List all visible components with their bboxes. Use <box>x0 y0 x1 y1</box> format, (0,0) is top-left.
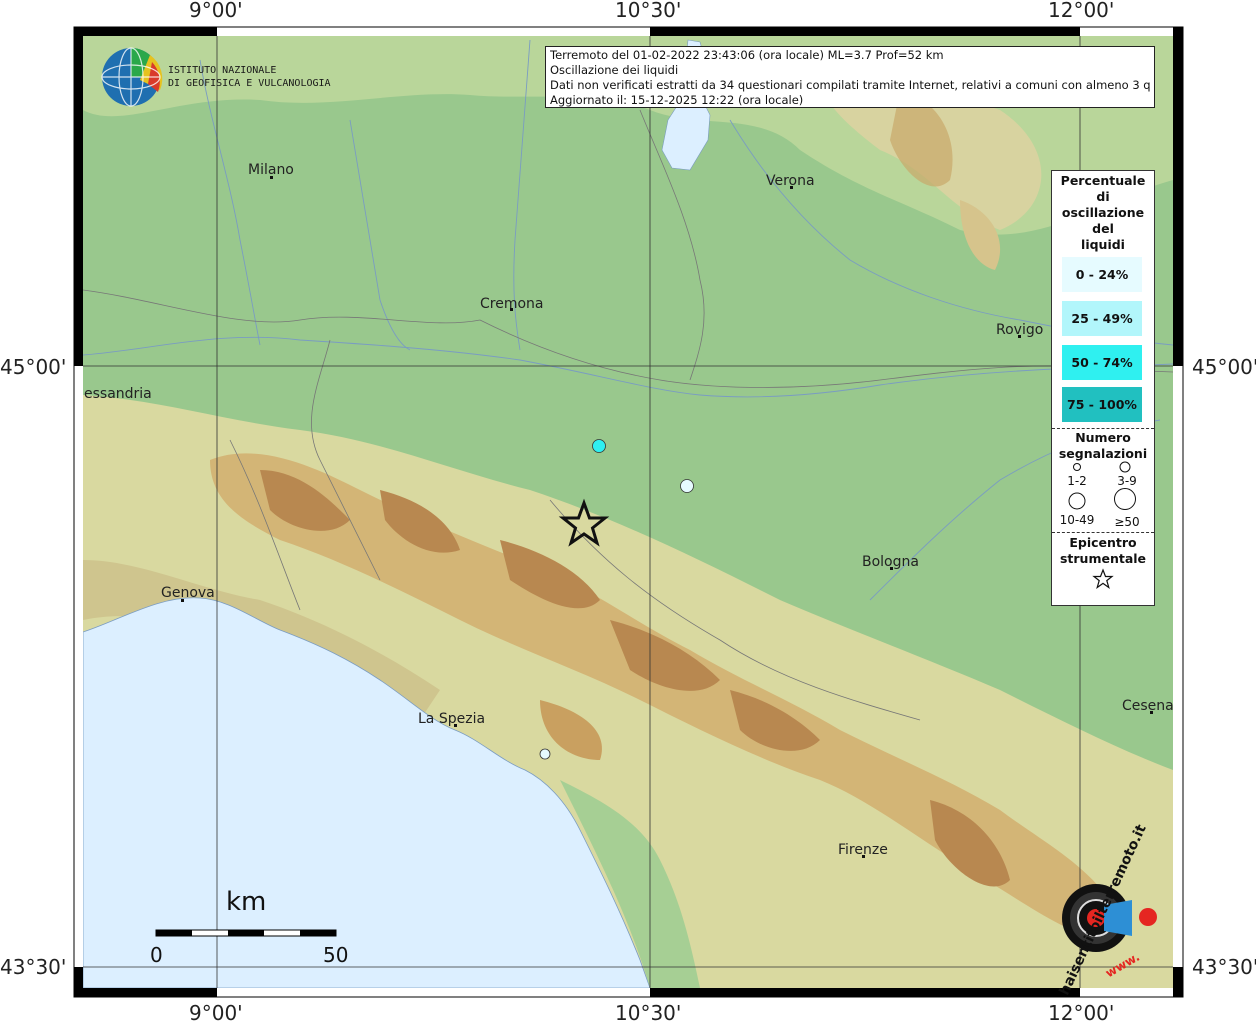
legend-epi-line: Epicentro <box>1069 535 1137 550</box>
ingv-logo-line1: ISTITUTO NAZIONALE <box>168 65 277 76</box>
event-info-box: Terremoto del 01-02-2022 23:43:06 (ora l… <box>545 46 1155 108</box>
legend-epi-title: Epicentro strumentale <box>1052 535 1154 567</box>
city-label: Cesena <box>1122 698 1174 714</box>
city-dot <box>181 599 184 602</box>
lon-label-1030-bottom: 10°30' <box>615 1001 682 1025</box>
city-verona: Verona <box>766 173 815 189</box>
event-updated: Aggiornato il: 15-12-2025 12:22 (ora loc… <box>550 93 804 107</box>
city-dot <box>454 724 457 727</box>
legend-epi-line: strumentale <box>1059 551 1147 566</box>
city-label: La Spezia <box>418 711 486 727</box>
legend-title-line: oscillazione <box>1061 205 1145 220</box>
lat-label-45-left: 45°00' <box>0 355 67 379</box>
legend-divider <box>1052 428 1154 429</box>
city-cesena: Cesena <box>1122 698 1174 714</box>
legend-title-line: Percentuale <box>1060 173 1146 188</box>
legend: Percentuale di oscillazione del liquidi … <box>1051 170 1155 606</box>
legend-range-3: 75 - 100% <box>1062 387 1142 422</box>
lon-label-1030-top: 10°30' <box>615 0 682 22</box>
event-data-note: Dati non verificati estratti da 34 quest… <box>550 78 1150 92</box>
legend-count-title: Numero segnalazioni <box>1052 430 1154 462</box>
scale-bar <box>155 929 337 937</box>
legend-divider <box>1052 532 1154 533</box>
lat-label-45-right: 45°00' <box>1192 355 1256 379</box>
event-title: Terremoto del 01-02-2022 23:43:06 (ora l… <box>550 48 944 62</box>
sentito-prefix: www. <box>1102 949 1143 981</box>
lon-label-12-bottom: 12°00' <box>1048 1001 1115 1025</box>
legend-size-label-4: ≥50 <box>1114 515 1140 529</box>
city-milano: Milano <box>248 162 294 179</box>
legend-range-0: 0 - 24% <box>1062 257 1142 292</box>
legend-title-line: del <box>1092 221 1114 236</box>
city-dot <box>862 855 865 858</box>
lat-label-4330-left: 43°30' <box>0 955 67 979</box>
legend-range-2: 50 - 74% <box>1062 345 1142 380</box>
scale-unit: km <box>226 887 267 917</box>
city-dot <box>510 308 513 311</box>
report-point-3 <box>539 748 551 760</box>
legend-size-label-2: 3-9 <box>1117 474 1137 488</box>
legend-title: Percentuale di oscillazione del liquidi <box>1052 173 1154 253</box>
city-alessandria: essandria <box>84 386 152 402</box>
report-point-2 <box>680 479 694 493</box>
legend-title-line: liquidi <box>1081 237 1125 252</box>
legend-range-1: 25 - 49% <box>1062 301 1142 336</box>
city-bologna: Bologna <box>862 554 919 570</box>
lat-label-4330-right: 43°30' <box>1192 955 1256 979</box>
city-dot <box>270 176 273 179</box>
legend-star-icon <box>1092 568 1114 589</box>
city-dot <box>1150 711 1153 714</box>
city-la-spezia: La Spezia <box>418 711 485 727</box>
city-cremona: Cremona <box>480 296 544 312</box>
scale-end: 50 <box>323 943 349 967</box>
ingv-logo-text: ISTITUTO NAZIONALE DI GEOFISICA E VULCAN… <box>168 64 331 90</box>
lon-label-9-top: 9°00' <box>189 0 243 22</box>
city-dot <box>1018 335 1021 338</box>
city-label: essandria <box>84 386 152 402</box>
lon-label-12-top: 12°00' <box>1048 0 1115 22</box>
city-dot <box>890 567 893 570</box>
scale-start: 0 <box>150 943 163 967</box>
report-point-1 <box>592 439 606 453</box>
ingv-logo-line2: DI GEOFISICA E VULCANOLOGIA <box>168 78 331 89</box>
city-genova: Genova <box>161 585 215 602</box>
city-firenze: Firenze <box>838 842 888 858</box>
city-rovigo: Rovigo <box>996 322 1043 338</box>
city-label: Genova <box>161 585 215 601</box>
event-subtitle: Oscillazione dei liquidi <box>550 63 679 77</box>
legend-size-label-3: 10-49 <box>1059 513 1095 527</box>
sentito-logo-text: haisentitoilterremoto.it www. <box>1030 822 1160 998</box>
lon-label-9-bottom: 9°00' <box>189 1001 243 1025</box>
city-dot <box>790 186 793 189</box>
legend-title-line: di <box>1096 189 1110 204</box>
legend-size-label-1: 1-2 <box>1067 474 1087 488</box>
legend-count-line: Numero <box>1075 430 1131 445</box>
